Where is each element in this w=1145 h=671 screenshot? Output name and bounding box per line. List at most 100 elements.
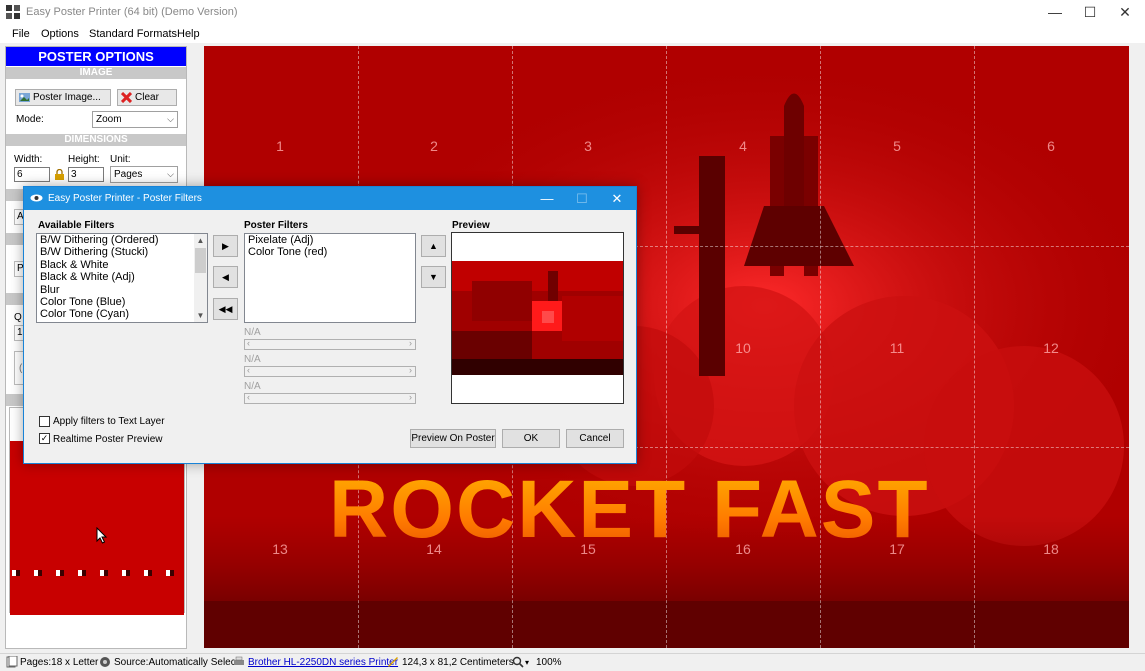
list-item[interactable]: Black & White [37,259,207,271]
poster-filters-list[interactable]: Pixelate (Adj) Color Tone (red) [244,233,416,323]
double-arrow-left-icon: ◀◀ [218,304,233,314]
preview-label: Preview [452,220,490,231]
poster-image-button[interactable]: Poster Image... [15,89,111,106]
list-item[interactable]: Black & White (Adj) [37,271,207,283]
chevron-down-icon: ⌵ [167,114,174,124]
dialog-title: Easy Poster Printer - Poster Filters [48,193,202,204]
preview-image [452,261,623,375]
height-label: Height: [68,154,100,165]
slider-right-icon: › [409,365,412,375]
dialog-close-button[interactable]: ✕ [602,187,632,210]
mouse-cursor-icon [96,527,108,544]
page-divider-v3 [666,46,667,648]
width-label: Width: [14,154,43,165]
remove-all-filters-button[interactable]: ◀◀ [213,298,238,320]
minimize-button[interactable]: — [1035,0,1075,24]
add-filter-button[interactable]: ▶ [213,235,238,257]
title-bar: Easy Poster Printer (64 bit) (Demo Versi… [0,0,1145,24]
available-filters-label: Available Filters [38,220,115,231]
list-item[interactable]: Blur [37,284,207,296]
poster-text-layer[interactable]: ROCKET FAST [329,463,930,557]
image-icon [19,93,30,102]
width-input[interactable]: 6 [14,167,50,182]
mode-select[interactable]: Zoom ⌵ [92,111,178,128]
list-item[interactable]: Pixelate (Adj) [245,234,415,246]
list-item[interactable]: Color Tone (red) [245,246,415,258]
page-number: 5 [893,138,901,154]
menu-file[interactable]: File [12,28,30,40]
realtime-preview-label[interactable]: Realtime Poster Preview [53,434,162,445]
list-item[interactable]: Color Tone (Cyan) [37,308,207,320]
clear-label: Clear [135,92,159,103]
param-slider-1[interactable]: ‹ › [244,338,416,350]
param-label-3: N/A [244,381,261,392]
pages-icon [6,656,18,668]
list-scrollbar[interactable]: ▲ ▼ [194,234,207,322]
param-label-2: N/A [244,354,261,365]
unit-value: Pages [114,169,143,180]
lock-icon[interactable] [55,169,64,180]
slider-left-icon: ‹ [247,338,250,348]
height-input[interactable]: 3 [68,167,104,182]
cancel-button[interactable]: Cancel [566,429,624,448]
param-slider-3[interactable]: ‹ › [244,392,416,404]
page-number: 2 [430,138,438,154]
scroll-down-icon[interactable]: ▼ [194,309,207,322]
clear-button[interactable]: Clear [117,89,177,106]
vertical-scrollbar[interactable] [1132,46,1144,649]
remove-filter-button[interactable]: ◀ [213,266,238,288]
poster-image-label: Poster Image... [33,92,101,103]
poster-filters-label: Poster Filters [244,220,308,231]
chevron-down-icon: ⌵ [167,169,174,179]
page-number: 1 [276,138,284,154]
apply-text-layer-label[interactable]: Apply filters to Text Layer [53,416,165,427]
filter-preview [451,232,624,404]
maximize-button[interactable]: ☐ [1070,0,1110,24]
printer-icon [234,656,244,665]
zoom-icon[interactable] [512,656,524,668]
page-number: 13 [272,541,288,557]
close-button[interactable]: ✕ [1105,0,1145,24]
page-number: 12 [1043,340,1059,356]
move-filter-up-button[interactable]: ▲ [421,235,446,257]
dialog-maximize-button: ☐ [576,191,588,206]
image-section-header: IMAGE [6,67,186,79]
list-item[interactable]: B/W Dithering (Stucki) [37,246,207,258]
unit-select[interactable]: Pages ⌵ [110,166,178,183]
menu-standard-formats[interactable]: Standard Formats [89,28,177,40]
window-title: Easy Poster Printer (64 bit) (Demo Versi… [26,6,238,18]
list-item[interactable]: Color Tone (Blue) [37,296,207,308]
status-size: 124,3 x 81,2 Centimeters [402,657,514,668]
mode-label: Mode: [16,114,44,125]
ok-button[interactable]: OK [502,429,560,448]
scroll-thumb[interactable] [195,248,206,273]
param-slider-2[interactable]: ‹ › [244,365,416,377]
menu-options[interactable]: Options [41,28,79,40]
checkmark-icon: ✓ [40,433,49,443]
realtime-preview-checkbox[interactable]: ✓ [39,433,50,444]
printer-source-icon [100,657,110,667]
dimensions-section-header: DIMENSIONS [6,134,186,146]
scroll-up-icon[interactable]: ▲ [194,234,207,247]
list-item[interactable]: B/W Dithering (Ordered) [37,234,207,246]
poster-filters-dialog: Easy Poster Printer - Poster Filters — ☐… [23,186,637,464]
status-bar: Pages:18 x Letter Source:Automatically S… [0,653,1145,671]
dialog-minimize-button[interactable]: — [532,187,562,210]
page-number: 11 [889,340,905,356]
preview-on-poster-button[interactable]: Preview On Poster [410,429,496,448]
zoom-dropdown-icon[interactable]: ▾ [525,658,529,667]
param-label-1: N/A [244,327,261,338]
slider-right-icon: › [409,392,412,402]
page-divider-v4 [820,46,821,648]
status-printer-link[interactable]: Brother HL-2250DN series Printer [248,657,398,668]
status-zoom: 100% [536,657,562,668]
apply-text-layer-checkbox[interactable] [39,416,50,427]
menu-help[interactable]: Help [177,28,200,40]
arrow-right-icon: ▶ [222,241,229,251]
poster-options-header: POSTER OPTIONS [6,47,186,66]
thumbnail-page-divider [12,570,182,576]
move-filter-down-button[interactable]: ▼ [421,266,446,288]
available-filters-list[interactable]: B/W Dithering (Ordered) B/W Dithering (S… [36,233,208,323]
slider-left-icon: ‹ [247,365,250,375]
page-number: 4 [739,138,747,154]
